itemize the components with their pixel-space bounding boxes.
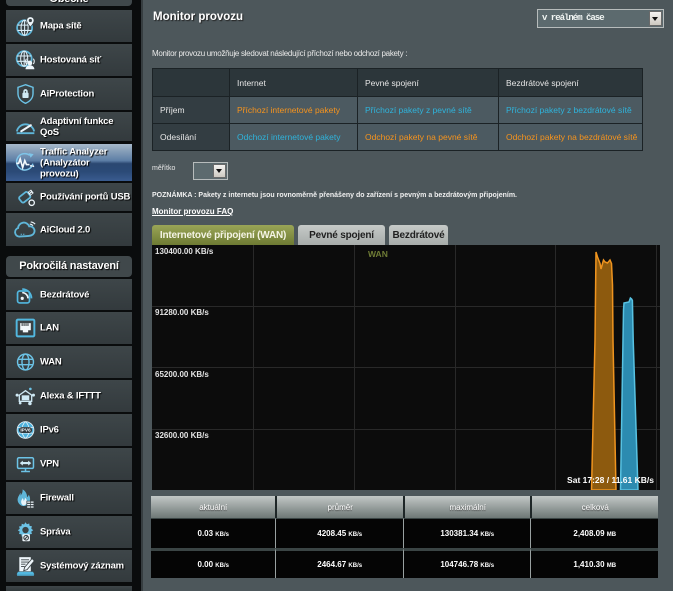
svg-text:IPV6: IPV6	[20, 428, 31, 434]
